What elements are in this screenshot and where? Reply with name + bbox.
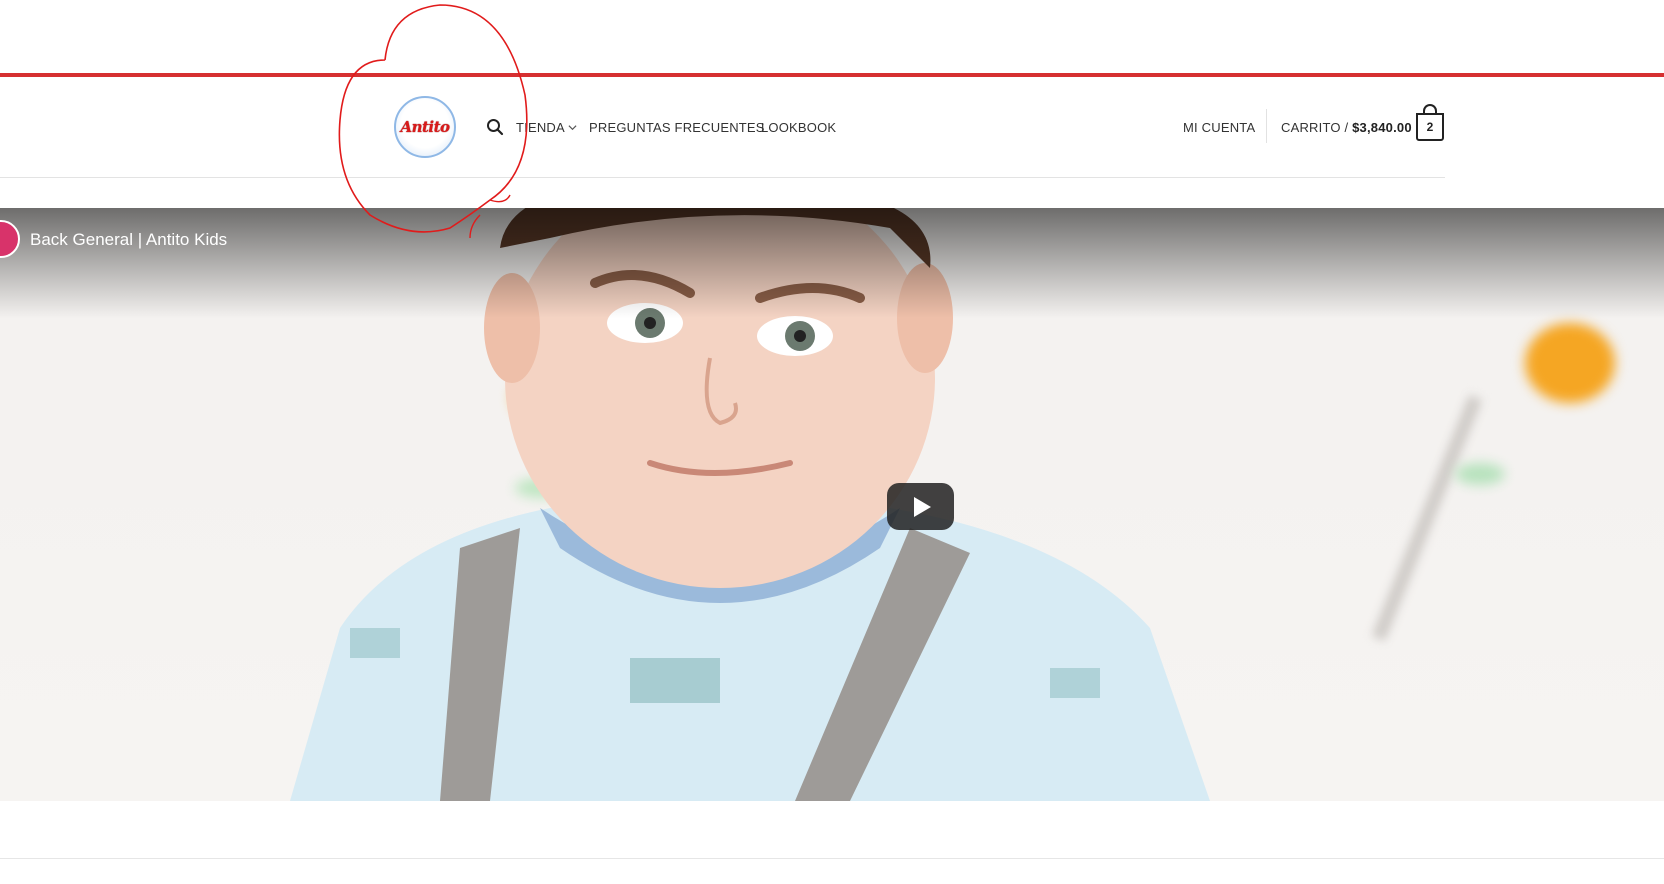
cart-link[interactable]: CARRITO / $3,840.00: [1281, 120, 1412, 135]
cart-label: CARRITO /: [1281, 120, 1349, 135]
video-top-gradient: [0, 208, 1664, 318]
background-stem: [1371, 394, 1483, 642]
nav-item-lookbook[interactable]: LOOKBOOK: [761, 120, 836, 135]
top-blank-area: [0, 0, 1664, 74]
account-link[interactable]: MI CUENTA: [1183, 120, 1255, 135]
header-divider: [0, 177, 1445, 178]
video-player[interactable]: Back General | Antito Kids: [0, 208, 1664, 801]
cart-total: $3,840.00: [1352, 120, 1412, 135]
header-vertical-divider: [1266, 109, 1267, 143]
play-button[interactable]: [887, 483, 954, 530]
play-icon: [914, 496, 931, 517]
background-flower: [1525, 323, 1615, 403]
background-leaf: [1455, 463, 1505, 485]
nav-item-tienda[interactable]: TIENDA: [516, 120, 577, 135]
search-icon[interactable]: [486, 118, 504, 136]
cart-count-badge[interactable]: 2: [1416, 113, 1444, 141]
logo-text: Antito: [400, 118, 450, 136]
page-bottom-divider: [0, 858, 1664, 859]
nav-item-preguntas-frecuentes[interactable]: PREGUNTAS FRECUENTES: [589, 120, 765, 135]
site-logo[interactable]: Antito: [394, 96, 456, 158]
nav-tienda-label: TIENDA: [516, 120, 565, 135]
chevron-down-icon: [568, 125, 577, 131]
video-title[interactable]: Back General | Antito Kids: [30, 230, 227, 250]
